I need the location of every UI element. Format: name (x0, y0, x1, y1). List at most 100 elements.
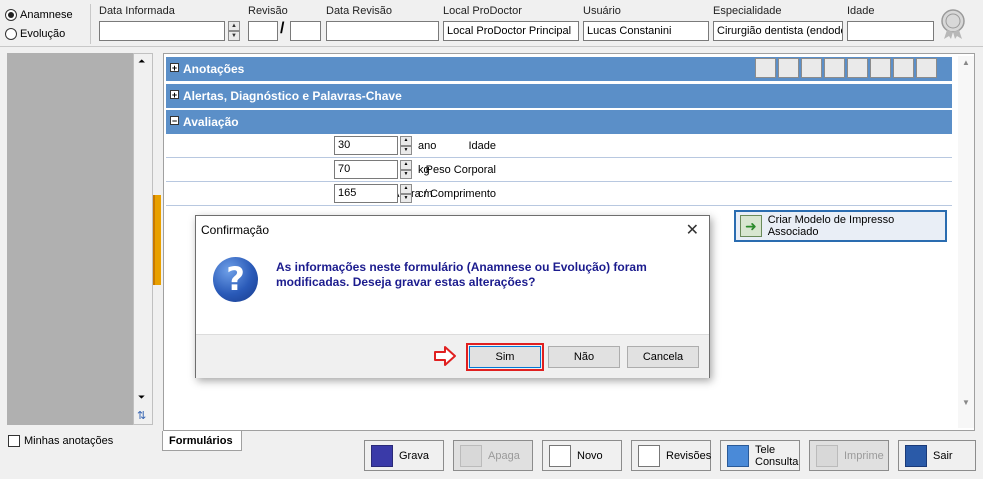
add-row-icon[interactable] (755, 58, 776, 78)
teleconsulta-label: Tele Consulta (755, 444, 798, 468)
section-anotacoes-label: Anotações (183, 62, 245, 76)
cancela-button[interactable]: Cancela (627, 346, 699, 368)
radio-evolucao-label: Evolução (20, 28, 66, 40)
scroll-up-icon[interactable]: ▲ (962, 58, 970, 67)
sair-label: Sair (933, 449, 953, 462)
section-avaliacao[interactable]: − Avaliação (166, 110, 952, 134)
field-peso-label: Peso Corporal (425, 164, 496, 176)
document-arrow-icon (740, 215, 762, 237)
data-informada-label: Data Informada (99, 5, 175, 17)
dialog-footer: Sim Não Cancela (196, 334, 709, 378)
section-alertas[interactable]: + Alertas, Diagnóstico e Palavras-Chave (166, 84, 952, 108)
header-divider (90, 4, 91, 44)
usuario-label: Usuário (583, 5, 621, 17)
left-scrollbar[interactable]: ⏶ ⏷ ⇅ (133, 53, 153, 425)
tab-formularios[interactable]: Formulários (162, 431, 242, 451)
save-icon (371, 444, 393, 467)
teleconsulta-button[interactable]: Tele Consulta (720, 440, 800, 471)
data-informada-input[interactable] (99, 21, 225, 41)
scroll-down-icon[interactable]: ▼ (962, 398, 970, 407)
dialog-title: Confirmação (201, 223, 270, 237)
criar-modelo-button[interactable]: Criar Modelo de Impresso Associado (734, 210, 947, 242)
minhas-anotacoes-label: Minhas anotações (24, 435, 114, 447)
revisoes-label: Revisões (666, 449, 712, 462)
data-revisao-input[interactable] (326, 21, 439, 41)
field-peso-spinner[interactable]: ▲ ▼ (400, 160, 412, 179)
close-icon[interactable]: ✕ (686, 220, 699, 240)
radio-evolucao-dot[interactable] (5, 28, 17, 40)
spin-down-icon[interactable]: ▼ (400, 193, 412, 203)
radio-evolucao[interactable]: Evolução (5, 28, 65, 40)
revisao-slash: / (280, 20, 285, 37)
usuario-input[interactable]: Lucas Constanini (583, 21, 709, 41)
import-icon[interactable] (916, 58, 937, 78)
minhas-anotacoes-box[interactable] (8, 435, 20, 447)
data-revisao-label: Data Revisão (326, 5, 393, 17)
table-grid-icon[interactable] (824, 58, 845, 78)
field-peso-input[interactable]: 70 (334, 160, 398, 179)
monitor-icon (727, 444, 749, 467)
field-altura-unit: cm (418, 188, 433, 200)
form-scrollbar[interactable]: ▲ ▼ (958, 56, 974, 428)
section-toolbar (755, 58, 937, 78)
especialidade-label: Especialidade (713, 5, 782, 17)
revisao-label: Revisão (248, 5, 288, 17)
sair-button[interactable]: Sair (898, 440, 976, 471)
field-altura-input[interactable]: 165 (334, 184, 398, 203)
revisoes-button[interactable]: Revisões (631, 440, 711, 471)
field-idade-spinner[interactable]: ▲ ▼ (400, 136, 412, 155)
new-document-icon (549, 444, 571, 467)
expand-icon[interactable]: + (170, 63, 179, 73)
data-informada-spinner[interactable]: ▲ ▼ (228, 21, 240, 41)
spin-up-icon[interactable]: ▲ (400, 160, 412, 170)
grava-label: Grava (399, 449, 429, 462)
collapse-icon[interactable]: − (170, 116, 179, 126)
spin-up-icon[interactable]: ▲ (228, 21, 240, 31)
spin-down-icon[interactable]: ▼ (228, 31, 240, 41)
field-peso-unit: kg (418, 164, 430, 176)
idade-input[interactable] (847, 21, 934, 41)
revisao-input-2[interactable] (290, 21, 321, 41)
spin-down-icon[interactable]: ▼ (400, 169, 412, 179)
insert-table-icon[interactable] (801, 58, 822, 78)
novo-label: Novo (577, 449, 603, 462)
field-row-altura: Altura / Comprimento 165 ▲ ▼ cm (166, 182, 952, 206)
section-alertas-label: Alertas, Diagnóstico e Palavras-Chave (183, 89, 402, 103)
remove-row-icon[interactable] (778, 58, 799, 78)
minhas-anotacoes-checkbox[interactable]: Minhas anotações (8, 435, 113, 447)
confirmation-dialog: Confirmação ✕ ? As informações neste for… (195, 215, 710, 378)
history-icon (638, 444, 660, 467)
table-red-icon[interactable] (870, 58, 891, 78)
imprime-button[interactable]: Imprime (809, 440, 889, 471)
spin-up-icon[interactable]: ▲ (400, 184, 412, 194)
expand-icon[interactable]: + (170, 90, 179, 100)
revisao-input-1[interactable] (248, 21, 278, 41)
local-input[interactable]: Local ProDoctor Principal (443, 21, 579, 41)
panel-splitter-handle[interactable] (153, 195, 161, 285)
arrow-right-icon (434, 346, 456, 366)
spin-down-icon[interactable]: ▼ (400, 145, 412, 155)
dialog-message: As informações neste formulário (Anamnes… (276, 260, 647, 289)
spin-up-icon[interactable]: ▲ (400, 136, 412, 146)
radio-anamnese-dot[interactable] (5, 9, 17, 21)
grava-button[interactable]: Grava (364, 440, 444, 471)
export-icon[interactable] (893, 58, 914, 78)
field-altura-spinner[interactable]: ▲ ▼ (400, 184, 412, 203)
field-idade-input[interactable]: 30 (334, 136, 398, 155)
especialidade-input[interactable]: Cirurgião dentista (endodo (713, 21, 843, 41)
delete-table-icon[interactable] (847, 58, 868, 78)
refresh-icon[interactable]: ⇅ (137, 409, 146, 422)
header-bar: Anamnese Evolução Data Informada ▲ ▼ Revi… (0, 0, 983, 47)
novo-button[interactable]: Novo (542, 440, 622, 471)
scroll-bottom-icon[interactable]: ⏷ (138, 392, 145, 403)
question-icon: ? (213, 257, 258, 302)
apaga-button[interactable]: Apaga (453, 440, 533, 471)
scroll-top-icon[interactable]: ⏶ (138, 56, 145, 67)
field-idade-unit: ano (418, 140, 437, 152)
sim-button[interactable]: Sim (466, 343, 544, 371)
exit-door-icon (905, 444, 927, 467)
criar-modelo-label: Criar Modelo de Impresso Associado (767, 214, 895, 238)
radio-anamnese[interactable]: Anamnese (5, 9, 73, 21)
certificate-seal-icon (941, 9, 965, 39)
nao-button[interactable]: Não (548, 346, 620, 368)
